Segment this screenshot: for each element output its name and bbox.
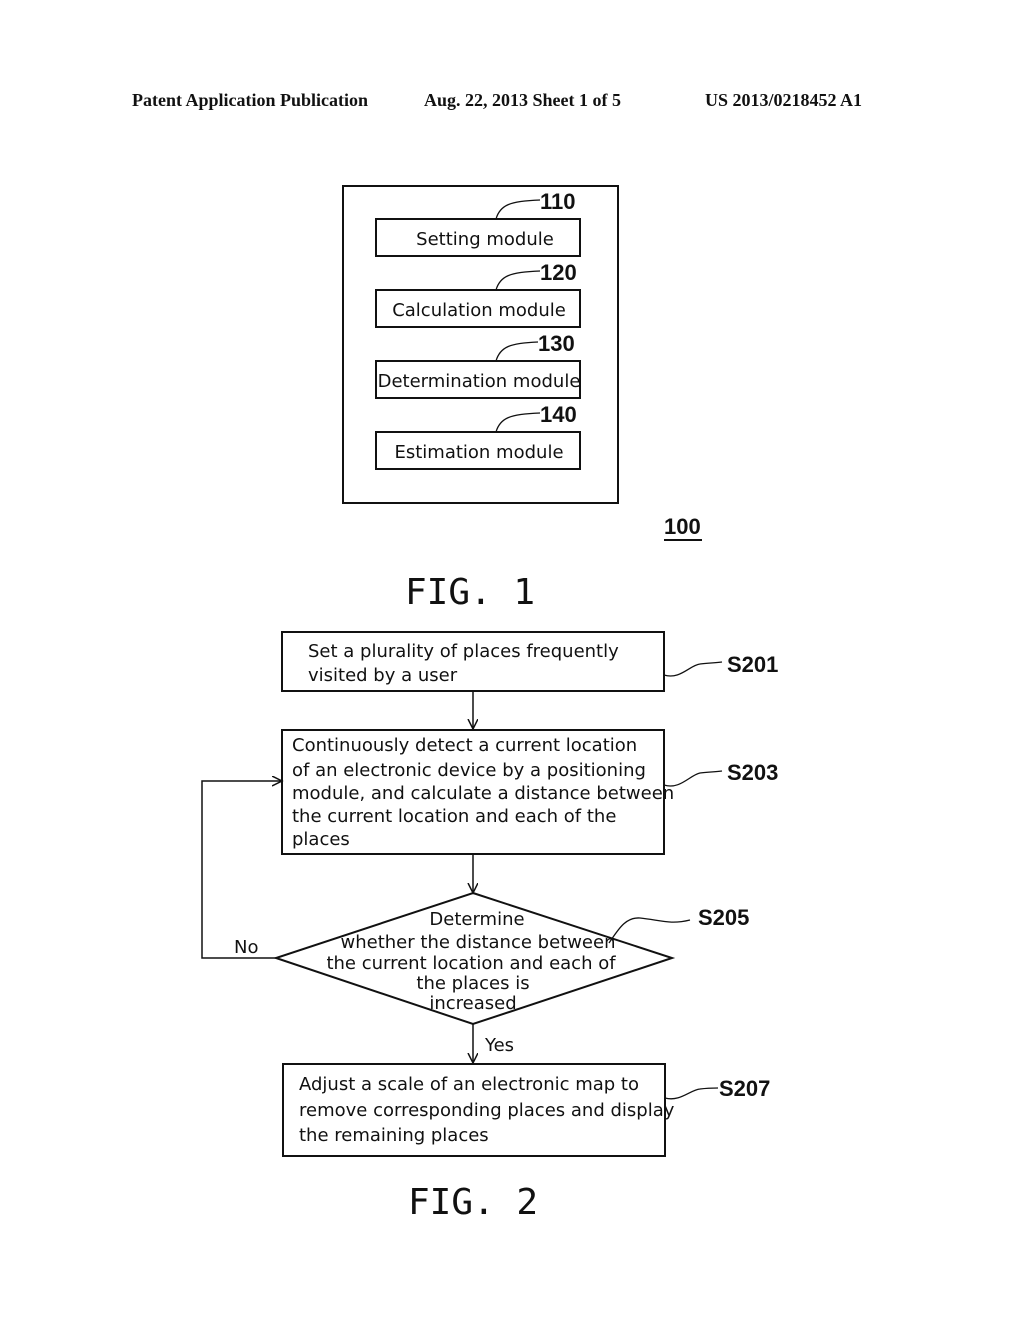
decision-text-line: whether the distance between [341,932,616,953]
module-ref: 110 [540,189,576,214]
step-s201: Set a plurality of places frequently vis… [281,631,778,692]
leader-line [608,917,691,944]
decision-text-line: the current location and each of [326,953,616,974]
step-text-line: the current location and each of the [292,806,616,827]
fig1-system-block: Setting module 110 Calculation module 12… [342,185,702,541]
fig2-flowchart: Set a plurality of places frequently vis… [201,631,778,1157]
step-s207: Adjust a scale of an electronic map to r… [282,1063,770,1157]
step-text-line: Adjust a scale of an electronic map to [299,1074,639,1095]
step-ref: S203 [727,760,778,785]
step-s203: Continuously detect a current location o… [281,729,778,855]
step-text-line: remove corresponding places and display [299,1100,675,1121]
step-text-line: Set a plurality of places frequently [308,641,619,662]
module-setting: Setting module 110 [375,189,581,257]
step-text-line: Continuously detect a current location [292,735,637,756]
branch-no-label: No [234,937,258,958]
leader-line [495,199,541,220]
branch-yes-label: Yes [484,1035,514,1056]
module-label: Setting module [416,229,554,250]
fig2-caption: FIG. 2 [408,1182,538,1223]
leader-line [663,661,723,677]
decision-text-line: Determine [429,909,524,930]
leader-line [495,412,541,433]
step-ref: S207 [719,1076,770,1101]
step-text-line: of an electronic device by a positioning [292,760,646,781]
system-ref: 100 [664,514,701,539]
module-ref: 120 [540,260,577,285]
module-calculation: Calculation module 120 [375,260,581,328]
step-text-line: the remaining places [299,1125,489,1146]
module-label: Determination module [378,371,581,392]
step-text-line: module, and calculate a distance between [292,783,674,804]
module-determination: Determination module 130 [375,331,581,399]
fig1-caption: FIG. 1 [405,572,535,613]
step-text-line: places [292,829,350,850]
leader-line [495,341,539,362]
leader-line [664,1087,719,1100]
step-ref: S205 [698,905,749,930]
step-s205-decision: Determine whether the distance between t… [272,891,749,1026]
module-label: Estimation module [394,442,563,463]
module-ref: 130 [538,331,575,356]
module-ref: 140 [540,402,577,427]
arrow-no-loop [201,781,282,959]
module-label: Calculation module [392,300,566,321]
module-estimation: Estimation module 140 [375,402,581,470]
decision-text-line: increased [429,993,516,1014]
leader-line [495,270,541,291]
patent-drawing: Setting module 110 Calculation module 12… [201,185,778,1223]
step-ref: S201 [727,652,778,677]
decision-text-line: the places is [416,973,529,994]
step-text-line: visited by a user [308,665,458,686]
